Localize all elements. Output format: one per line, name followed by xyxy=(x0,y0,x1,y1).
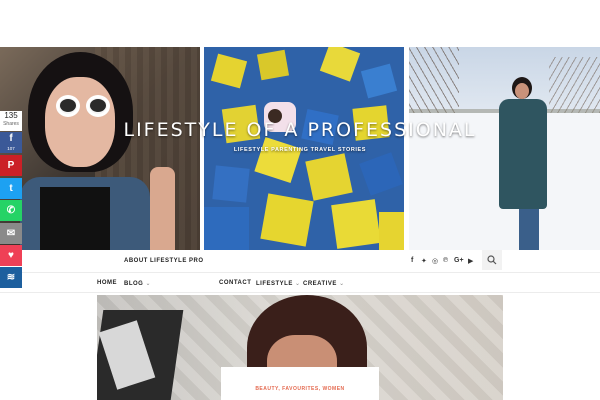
whatsapp-icon: ✆ xyxy=(6,205,16,216)
pinterest-icon[interactable]: ℗ xyxy=(443,257,448,264)
chevron-down-icon: ⌄ xyxy=(145,281,152,287)
nav-home[interactable]: HOME xyxy=(97,280,117,286)
search-icon xyxy=(487,255,497,265)
post-category-card: BEAUTY, FAVOURITES, WOMEN xyxy=(221,367,379,400)
email-icon: ✉ xyxy=(6,228,16,239)
youtube-icon[interactable]: ▶ xyxy=(468,257,473,265)
about-link[interactable]: ABOUT LIFESTYLE PRO xyxy=(124,258,204,264)
nav-divider xyxy=(0,272,600,273)
whatsapp-share-button[interactable]: ✆ xyxy=(0,200,22,221)
header-banner: LIFESTYLE OF A PROFESSIONAL LIFESTYLE PA… xyxy=(0,47,600,250)
nav-lifestyle-label: LIFESTYLE xyxy=(256,281,293,287)
share-count-number: 135 xyxy=(4,111,18,120)
nav-creative[interactable]: CREATIVE ⌄ xyxy=(303,280,345,287)
share-count: 135 Shares xyxy=(0,111,22,131)
pinterest-share-button[interactable]: P xyxy=(0,155,22,176)
nav-contact[interactable]: CONTACT xyxy=(219,280,251,286)
google-plus-icon[interactable]: G+ xyxy=(454,257,464,264)
nav-divider xyxy=(0,292,600,293)
email-share-button[interactable]: ✉ xyxy=(0,223,22,244)
chevron-down-icon: ⌄ xyxy=(339,281,345,287)
twitter-icon[interactable]: ✦ xyxy=(421,257,427,265)
facebook-share-count: 107 xyxy=(7,146,15,151)
nav-blog[interactable]: BLOG ⌄ xyxy=(124,280,151,287)
share-count-label: Shares xyxy=(3,121,19,127)
site-tagline: LIFESTYLE PARENTING TRAVEL STORIES xyxy=(233,147,367,153)
post-categories[interactable]: BEAUTY, FAVOURITES, WOMEN xyxy=(221,386,379,392)
facebook-share-button[interactable]: f 107 xyxy=(0,132,22,153)
facebook-icon: f xyxy=(9,133,13,144)
pocket-share-button[interactable]: ♥ xyxy=(0,245,22,266)
sumo-share-button[interactable]: ≋ xyxy=(0,267,22,288)
nav-creative-label: CREATIVE xyxy=(303,281,337,287)
chevron-down-icon: ⌄ xyxy=(295,281,301,287)
nav-lifestyle[interactable]: LIFESTYLE ⌄ xyxy=(256,280,301,287)
search-button[interactable] xyxy=(482,250,502,270)
sumo-icon: ≋ xyxy=(6,272,16,283)
pinterest-icon: P xyxy=(7,160,15,171)
instagram-icon[interactable]: ◎ xyxy=(432,257,438,265)
nav-blog-label: BLOG xyxy=(124,281,144,287)
facebook-icon[interactable]: f xyxy=(411,257,413,264)
twitter-icon: t xyxy=(9,183,13,194)
twitter-share-button[interactable]: t xyxy=(0,178,22,199)
site-title[interactable]: LIFESTYLE OF A PROFESSIONAL xyxy=(0,119,600,141)
pocket-icon: ♥ xyxy=(8,250,14,261)
